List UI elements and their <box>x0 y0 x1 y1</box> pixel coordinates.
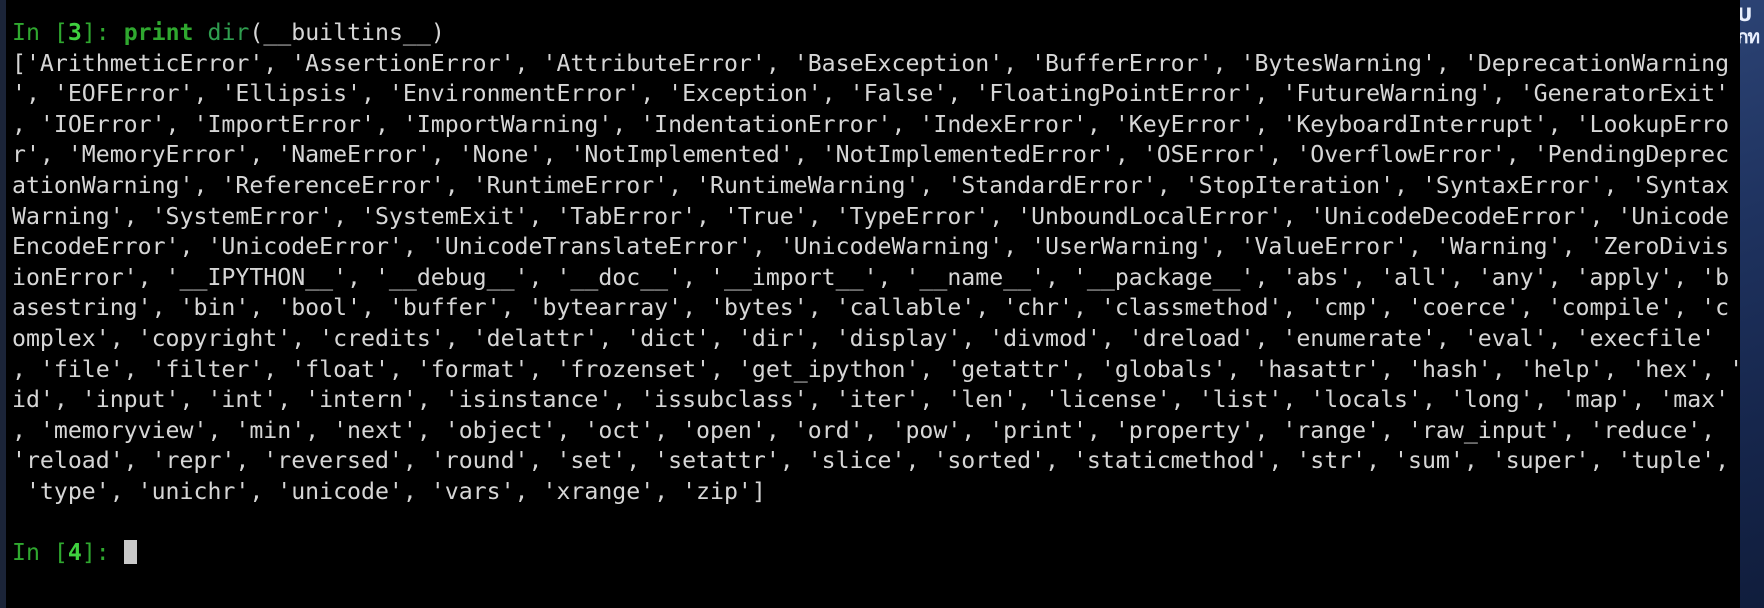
output-line: r', 'MemoryError', 'NameError', 'None', … <box>12 141 1730 169</box>
command-function-dir: dir <box>207 19 250 46</box>
output-line: asestring', 'bin', 'bool', 'buffer', 'by… <box>12 294 1730 322</box>
next-prompt-number: 4 <box>67 539 82 567</box>
command-output-block: ['ArithmeticError', 'AssertionError', 'A… <box>12 49 1740 508</box>
command-space <box>194 19 208 46</box>
output-line: omplex', 'copyright', 'credits', 'delatt… <box>12 324 1716 352</box>
output-line: ionError', '__IPYTHON__', '__debug__', '… <box>12 263 1730 291</box>
output-line: , 'memoryview', 'min', 'next', 'object',… <box>12 416 1716 444</box>
output-line: 'reload', 'repr', 'reversed', 'round', '… <box>12 447 1730 475</box>
output-line: ', 'EOFError', 'Ellipsis', 'EnvironmentE… <box>12 80 1730 108</box>
output-line: id', 'input', 'int', 'intern', 'isinstan… <box>12 386 1730 414</box>
input-prompt-line: In [3]: print dir(__builtins__) <box>12 18 1740 49</box>
background-window-glyphs: U กท <box>1737 4 1760 48</box>
command-arguments: (__builtins__) <box>249 19 445 46</box>
output-line: , 'IOError', 'ImportError', 'ImportWarni… <box>12 110 1730 138</box>
output-line: EncodeError', 'UnicodeError', 'UnicodeTr… <box>12 233 1730 261</box>
desktop-background: U กท In [3]: print dir(__builtins__) ['A… <box>0 0 1764 608</box>
output-line: 'type', 'unichr', 'unicode', 'vars', 'xr… <box>12 477 766 505</box>
output-line: ['ArithmeticError', 'AssertionError', 'A… <box>12 49 1730 77</box>
next-prompt-in-label: In [ <box>12 539 68 567</box>
terminal-window[interactable]: In [3]: print dir(__builtins__) ['Arithm… <box>0 0 1740 608</box>
prompt-in-label: In [ <box>12 19 68 46</box>
output-line: , 'file', 'filter', 'float', 'format', '… <box>12 355 1740 383</box>
next-input-prompt-line[interactable]: In [4]: <box>12 538 1740 569</box>
terminal-screen[interactable]: In [3]: print dir(__builtins__) ['Arithm… <box>6 0 1740 608</box>
output-line: ationWarning', 'ReferenceError', 'Runtim… <box>12 171 1730 199</box>
prompt-number: 3 <box>67 19 82 46</box>
output-blank-line <box>12 508 1740 539</box>
output-line: Warning', 'SystemError', 'SystemExit', '… <box>12 202 1730 230</box>
background-window-edge[interactable]: U กท <box>1736 0 1764 608</box>
prompt-close-label: ]: <box>81 19 124 46</box>
next-prompt-close-label: ]: <box>81 539 124 567</box>
command-keyword-print: print <box>123 19 194 46</box>
text-cursor[interactable] <box>123 540 137 565</box>
